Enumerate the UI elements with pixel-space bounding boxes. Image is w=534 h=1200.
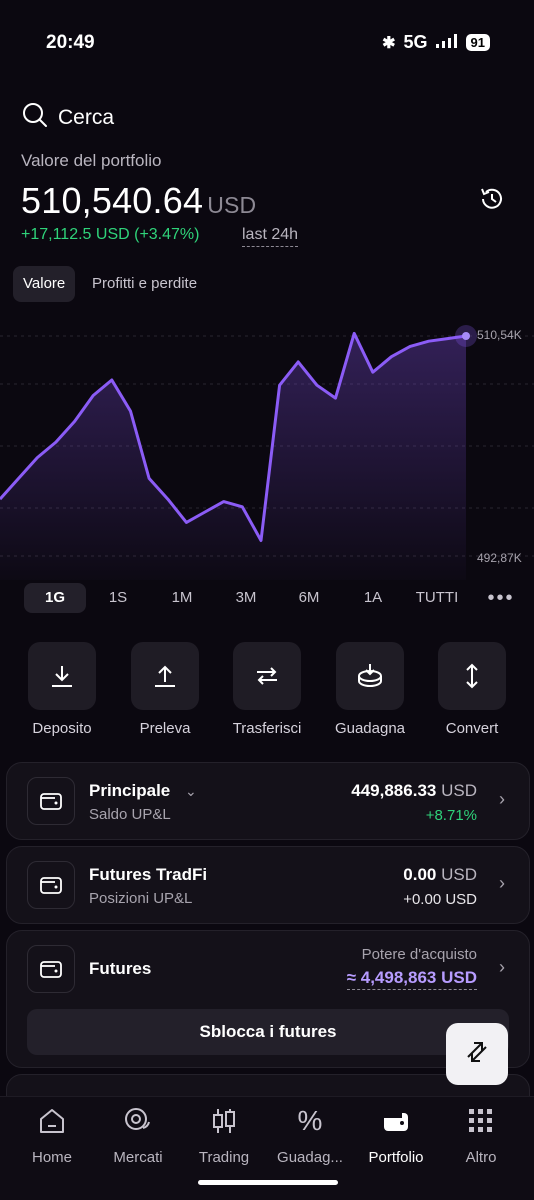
account-subtitle: Saldo UP&L: [89, 806, 171, 823]
battery-icon: 91: [465, 34, 490, 51]
action-preleva[interactable]: Preleva: [115, 642, 215, 737]
nav-portfolio[interactable]: Portfolio: [352, 1105, 440, 1166]
search-placeholder: Cerca: [58, 106, 115, 129]
more-ranges-icon[interactable]: •••: [470, 583, 532, 613]
chart-end-point: [462, 332, 470, 340]
tab-profitti-perdite[interactable]: Profitti e perdite: [82, 266, 207, 302]
chevron-down-icon[interactable]: ⌄: [185, 783, 197, 799]
more-icon: [437, 1105, 525, 1137]
nav-trading[interactable]: Trading: [180, 1105, 268, 1166]
period-selector[interactable]: last 24h: [242, 226, 299, 247]
balance-change: +0.00 USD: [403, 891, 477, 908]
history-icon[interactable]: [478, 185, 506, 213]
range-1m[interactable]: 1M: [151, 583, 213, 613]
percent-icon: %: [297, 1105, 323, 1136]
portfolio-value: 510,540.64: [21, 180, 204, 221]
range-1s[interactable]: 1S: [87, 583, 149, 613]
portfolio-change: +17,112.5 USD (+3.47%): [21, 226, 200, 243]
bluetooth-icon: ✱: [382, 34, 396, 52]
chevron-right-icon: ›: [499, 789, 505, 809]
balance-currency: USD: [441, 865, 477, 884]
trading-icon: [180, 1105, 268, 1137]
status-time: 20:49: [46, 32, 95, 53]
signal-icon: [435, 32, 458, 53]
account-subtitle: Posizioni UP&L: [89, 890, 193, 907]
buying-power: Potere d'acquisto ≈ 4,498,863 USD: [346, 946, 477, 990]
portfolio-value-row: 510,540.64 USD: [21, 180, 256, 222]
home-indicator: [198, 1180, 338, 1185]
portfolio-label: Valore del portfolio: [21, 151, 162, 170]
chart-svg: 510,54K 492,87K: [0, 325, 534, 580]
portfolio-currency: USD: [207, 192, 257, 218]
swap-fab[interactable]: [446, 1023, 508, 1085]
nav-guadagna[interactable]: % Guadag...: [266, 1105, 354, 1166]
nav-label: Mercati: [113, 1149, 163, 1166]
action-label: Trasferisci: [232, 720, 302, 737]
wallet-icon: [27, 861, 75, 909]
network-type: 5G: [403, 32, 428, 52]
convert-icon: [438, 642, 506, 710]
action-deposito[interactable]: Deposito: [12, 642, 112, 737]
action-trasferisci[interactable]: Trasferisci: [217, 642, 317, 737]
buying-power-label: Potere d'acquisto: [361, 946, 477, 963]
action-label: Preleva: [139, 720, 191, 737]
nav-mercati[interactable]: Mercati: [94, 1105, 182, 1166]
nav-label: Portfolio: [368, 1149, 424, 1166]
nav-home[interactable]: Home: [8, 1105, 96, 1166]
wallet-icon: [27, 777, 75, 825]
wallet-icon: [27, 945, 75, 993]
chart-min-label: 492,87K: [477, 551, 522, 565]
range-3m[interactable]: 3M: [215, 583, 277, 613]
nav-label: Altro: [465, 1149, 497, 1166]
transfer-icon: [233, 642, 301, 710]
balance-amount: 0.00: [403, 865, 437, 884]
search-icon: [22, 102, 48, 134]
range-1a[interactable]: 1A: [342, 583, 404, 613]
balance-change: +8.71%: [425, 807, 477, 824]
nav-label: Trading: [198, 1149, 250, 1166]
portfolio-chart: 510,54K 492,87K: [0, 318, 534, 580]
action-label: Convert: [445, 720, 499, 737]
swap-icon: [462, 1037, 492, 1072]
chevron-right-icon: ›: [499, 873, 505, 893]
range-6m[interactable]: 6M: [278, 583, 340, 613]
nav-altro[interactable]: Altro: [437, 1105, 525, 1166]
account-balance: 0.00 USD +0.00 USD: [403, 865, 477, 908]
range-1g[interactable]: 1G: [24, 583, 86, 613]
markets-icon: [94, 1105, 182, 1137]
action-guadagna[interactable]: Guadagna: [320, 642, 420, 737]
nav-label: Guadag...: [277, 1149, 343, 1166]
tab-valore[interactable]: Valore: [13, 266, 76, 302]
account-title: Futures: [89, 959, 152, 978]
wallet-icon: [352, 1105, 440, 1137]
account-title-text: Principale: [89, 781, 171, 800]
balance-currency: USD: [441, 781, 477, 800]
unlock-futures-button[interactable]: Sblocca i futures: [27, 1009, 509, 1055]
earn-icon: [336, 642, 404, 710]
search-bar[interactable]: Cerca: [22, 102, 114, 134]
time-range-selector: 1G 1S 1M 3M 6M 1A TUTTI •••: [0, 580, 534, 616]
chart-area: [0, 333, 466, 580]
download-icon: [28, 642, 96, 710]
chart-max-label: 510,54K: [477, 328, 522, 342]
status-bar: 20:49 ✱ 5G 91: [0, 0, 534, 80]
home-icon: [8, 1105, 96, 1137]
account-title: Futures TradFi: [89, 865, 208, 884]
account-title: Principale ⌄: [89, 781, 197, 801]
account-balance: 449,886.33 USD +8.71%: [351, 781, 477, 824]
action-convert[interactable]: Convert: [422, 642, 522, 737]
upload-icon: [131, 642, 199, 710]
account-card-tradfi[interactable]: Futures TradFi Posizioni UP&L 0.00 USD +…: [6, 846, 530, 924]
account-card-principale[interactable]: Principale ⌄ Saldo UP&L 449,886.33 USD +…: [6, 762, 530, 840]
balance-amount: 449,886.33: [351, 781, 437, 800]
range-tutti[interactable]: TUTTI: [406, 583, 468, 613]
status-right: ✱ 5G 91: [382, 32, 490, 53]
buying-power-value: ≈ 4,498,863 USD: [346, 968, 477, 990]
action-label: Guadagna: [334, 720, 406, 737]
action-label: Deposito: [32, 720, 92, 737]
nav-label: Home: [31, 1149, 72, 1166]
chevron-right-icon: ›: [499, 957, 505, 977]
